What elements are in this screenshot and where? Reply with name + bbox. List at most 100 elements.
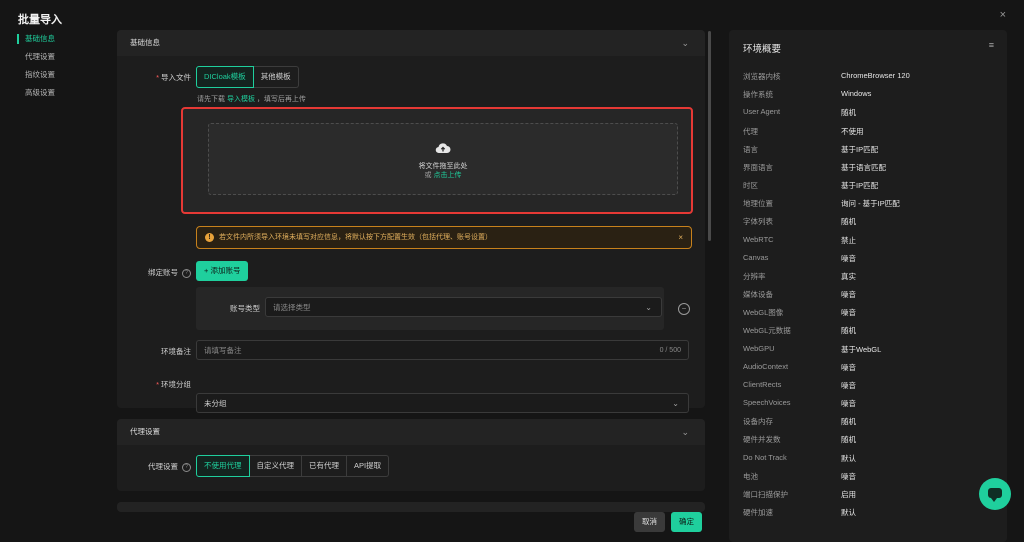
help-icon[interactable]: ? [182,268,191,278]
summary-row: WebRTC 禁止 [743,235,1003,253]
chevron-down-icon: ⌄ [645,303,652,312]
summary-row: 地理位置 询问 - 基于IP匹配 [743,198,1003,216]
summary-key: WebGL图像 [743,308,784,318]
summary-key: 语言 [743,144,758,154]
summary-row: 语言 基于IP匹配 [743,144,1003,162]
summary-key: Canvas [743,252,769,262]
summary-value: ChromeBrowser 120 [841,71,910,80]
next-card-edge [117,502,705,512]
chevron-down-icon[interactable]: ⌄ [681,30,689,56]
proxy-tabs: 不使用代理 自定义代理 已有代理 API提取 [196,455,390,477]
summary-row: 硬件加速 默认 [743,507,1003,525]
warning-text: 若文件内所须导入环境未填写对应信息，将默认按下方配置生效（包括代理、账号设置） [219,234,492,241]
summary-row: WebGPU 基于WebGL [743,344,1003,362]
warning-banner: ! 若文件内所须导入环境未填写对应信息，将默认按下方配置生效（包括代理、账号设置… [196,226,692,249]
close-icon[interactable]: × [1000,9,1006,21]
summary-row: 操作系统 Windows [743,89,1003,107]
summary-key: 设备内存 [743,417,773,427]
summary-key: SpeechVoices [743,398,791,408]
chat-icon [988,488,1002,502]
confirm-button[interactable]: 确定 [671,512,702,532]
account-type-label: 账号类型 [230,304,260,313]
download-template-link[interactable]: 导入模板 [227,96,255,103]
close-icon[interactable]: × [678,227,683,248]
summary-value: 默认 [841,508,856,518]
summary-row: Canvas 噪音 [743,253,1003,271]
summary-value: 噪音 [841,471,856,481]
proxy-header[interactable]: 代理设置 ⌄ [117,419,705,445]
upload-dropzone[interactable]: 将文件拖至此处 或 点击上传 [208,123,678,195]
tab-api-proxy[interactable]: API提取 [347,455,390,477]
main-scrollbar[interactable] [708,31,711,241]
nav-item-fingerprint[interactable]: 指纹设置 [17,66,97,84]
proxy-title: 代理设置 [130,427,160,436]
click-upload-link[interactable]: 点击上传 [433,172,461,179]
summary-key: User Agent [743,107,781,117]
basic-info-card: 基础信息 ⌄ * 导入文件 DICloak模板 其他模板 请先下载 导入模板 ，填… [117,30,705,413]
summary-key: Do Not Track [743,452,787,462]
nav-item-proxy[interactable]: 代理设置 [17,48,97,66]
summary-value: 基于语言匹配 [841,162,886,172]
summary-key: 操作系统 [743,90,773,100]
summary-value: 基于IP匹配 [841,181,879,191]
summary-row: 界面语言 基于语言匹配 [743,162,1003,180]
summary-value: 随机 [841,108,856,118]
chevron-down-icon[interactable]: ⌄ [681,419,689,445]
import-file-label: * 导入文件 [156,73,191,82]
tab-other-template[interactable]: 其他模板 [253,66,299,88]
summary-key: WebRTC [743,234,774,244]
summary-value: 不使用 [841,126,864,136]
summary-key: WebGL元数据 [743,326,791,336]
tab-custom-proxy[interactable]: 自定义代理 [249,455,302,477]
summary-value: 噪音 [841,399,856,409]
tab-no-proxy[interactable]: 不使用代理 [196,455,250,477]
summary-key: 电池 [743,471,758,481]
cancel-button[interactable]: 取消 [634,512,665,532]
summary-value: 噪音 [841,253,856,263]
summary-row: 硬件并发数 随机 [743,434,1003,452]
remark-label: 环境备注 [161,347,191,356]
nav-item-advanced[interactable]: 高级设置 [17,84,97,102]
summary-value: 启用 [841,489,856,499]
environment-summary-panel: 环境概要 ≡ 浏览器内核 ChromeBrowser 120 操作系统 Windows… [729,30,1007,542]
summary-key: 时区 [743,181,758,191]
summary-key: 代理 [743,126,758,136]
summary-row: SpeechVoices 噪音 [743,398,1003,416]
summary-value: 随机 [841,435,856,445]
summary-row: 媒体设备 噪音 [743,289,1003,307]
summary-value: 随机 [841,326,856,336]
account-type-select[interactable]: 请选择类型 ⌄ [265,297,662,317]
summary-key: ClientRects [743,379,782,389]
summary-row: AudioContext 噪音 [743,362,1003,380]
main-form: 基础信息 ⌄ * 导入文件 DICloak模板 其他模板 请先下载 导入模板 ，填… [117,30,705,530]
proxy-card: 代理设置 ⌄ 代理设置? 不使用代理 自定义代理 已有代理 API提取 [117,419,705,491]
summary-row: 浏览器内核 ChromeBrowser 120 [743,71,1003,89]
summary-row: ClientRects 噪音 [743,380,1003,398]
help-icon[interactable]: ? [182,462,191,472]
group-label: * 环境分组 [156,380,191,389]
nav-item-basic[interactable]: 基础信息 [17,30,97,48]
chat-button[interactable] [979,478,1011,510]
summary-row: 字体列表 随机 [743,216,1003,234]
summary-row: Do Not Track 默认 [743,453,1003,471]
summary-row: 设备内存 随机 [743,416,1003,434]
remark-input[interactable]: 请填写备注 0 / 500 [196,340,689,360]
tab-existing-proxy[interactable]: 已有代理 [302,455,347,477]
footer-actions: 取消 确定 [634,512,702,532]
basic-info-header[interactable]: 基础信息 ⌄ [117,30,705,56]
group-select[interactable]: 未分组 ⌄ [196,393,689,413]
list-menu-icon[interactable]: ≡ [989,40,994,50]
summary-value: Windows [841,89,872,99]
summary-title: 环境概要 [743,44,782,55]
basic-info-body: * 导入文件 DICloak模板 其他模板 请先下载 导入模板 ，填写后再上传 将… [117,56,705,413]
tab-dicloak-template[interactable]: DICloak模板 [196,66,254,88]
add-account-button[interactable]: + 添加账号 [196,261,249,281]
side-nav: 基础信息 代理设置 指纹设置 高级设置 [17,30,97,102]
summary-key: 分辨率 [743,271,766,281]
upload-alt-text: 或 点击上传 [424,172,462,179]
summary-value: 噪音 [841,380,856,390]
remove-circle-icon[interactable]: − [678,303,690,315]
summary-key: 硬件并发数 [743,435,781,445]
summary-value: 随机 [841,417,856,427]
summary-row: WebGL图像 噪音 [743,307,1003,325]
